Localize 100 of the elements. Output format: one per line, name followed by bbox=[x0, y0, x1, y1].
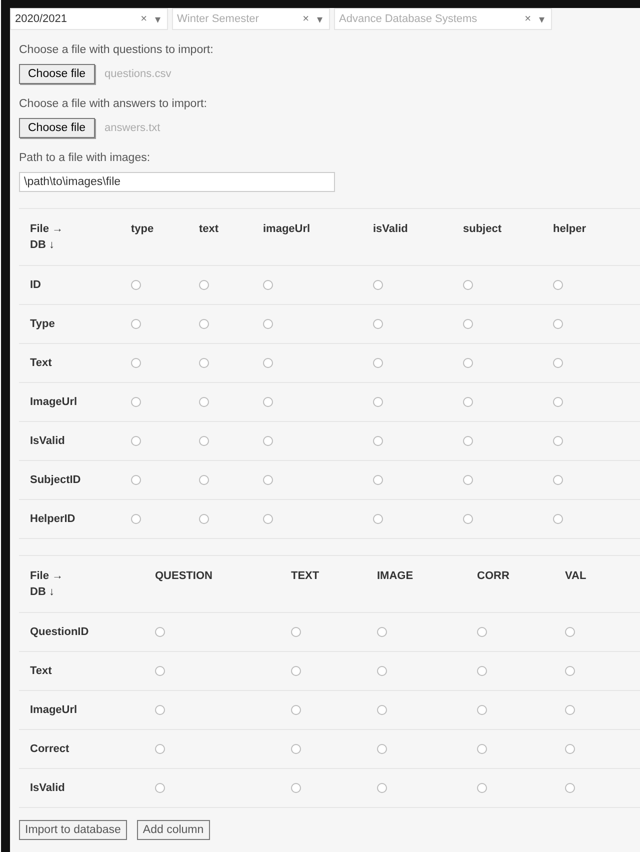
caret-icon[interactable]: ▾ bbox=[539, 12, 545, 26]
radio-button[interactable] bbox=[377, 627, 387, 637]
radio-button[interactable] bbox=[373, 319, 383, 329]
caret-icon[interactable]: ▾ bbox=[155, 12, 161, 26]
radio-button[interactable] bbox=[199, 358, 209, 368]
radio-button[interactable] bbox=[373, 514, 383, 524]
radio-button[interactable] bbox=[263, 358, 273, 368]
radio-button[interactable] bbox=[291, 627, 301, 637]
radio-button[interactable] bbox=[477, 783, 487, 793]
row-label: Type bbox=[29, 318, 55, 330]
header-cell: File → bbox=[30, 570, 64, 582]
header-cell: imageUrl bbox=[263, 223, 310, 235]
radio-button[interactable] bbox=[463, 280, 473, 290]
radio-button[interactable] bbox=[477, 666, 487, 676]
radio-button[interactable] bbox=[291, 744, 301, 754]
dropdown[interactable]: Winter Semester × ▾ bbox=[172, 8, 330, 30]
header-cell: subject bbox=[463, 223, 502, 235]
radio-button[interactable] bbox=[463, 358, 473, 368]
radio-button[interactable] bbox=[155, 627, 165, 637]
dropdown[interactable]: Advance Database Systems × ▾ bbox=[334, 8, 552, 30]
radio-button[interactable] bbox=[477, 744, 487, 754]
radio-button[interactable] bbox=[373, 280, 383, 290]
radio-button[interactable] bbox=[477, 627, 487, 637]
radio-button[interactable] bbox=[199, 280, 209, 290]
radio-button[interactable] bbox=[199, 475, 209, 485]
clear-icon[interactable]: × bbox=[302, 13, 309, 25]
radio-button[interactable] bbox=[463, 475, 473, 485]
radio-button[interactable] bbox=[199, 397, 209, 407]
radio-button[interactable] bbox=[565, 627, 575, 637]
clear-icon[interactable]: × bbox=[524, 13, 531, 25]
radio-button[interactable] bbox=[131, 319, 141, 329]
radio-button[interactable] bbox=[131, 358, 141, 368]
choose-file-button[interactable]: Choose file bbox=[19, 64, 95, 84]
radio-button[interactable] bbox=[463, 319, 473, 329]
radio-button[interactable] bbox=[373, 436, 383, 446]
row-label: ImageUrl bbox=[29, 396, 78, 408]
radio-button[interactable] bbox=[477, 705, 487, 715]
row-label: SubjectID bbox=[29, 474, 81, 486]
radio-button[interactable] bbox=[565, 666, 575, 676]
radio-button[interactable] bbox=[553, 475, 563, 485]
radio-button[interactable] bbox=[463, 436, 473, 446]
radio-button[interactable] bbox=[199, 436, 209, 446]
path-field[interactable]: \path\to\images\file bbox=[19, 172, 335, 192]
action-button[interactable]: Add column bbox=[136, 820, 210, 840]
radio-button[interactable] bbox=[377, 666, 387, 676]
radio-button[interactable] bbox=[131, 397, 141, 407]
radio-button[interactable] bbox=[155, 783, 165, 793]
row-label: IsValid bbox=[29, 435, 65, 447]
radio-button[interactable] bbox=[373, 397, 383, 407]
radio-button[interactable] bbox=[377, 705, 387, 715]
header-cell: CORR bbox=[477, 570, 510, 582]
header-cell: DB ↓ bbox=[30, 239, 54, 251]
radio-button[interactable] bbox=[463, 397, 473, 407]
radio-button[interactable] bbox=[263, 436, 273, 446]
radio-button[interactable] bbox=[377, 744, 387, 754]
choose-file-button[interactable]: Choose file bbox=[19, 118, 95, 138]
header-cell: File → bbox=[30, 223, 64, 235]
radio-button[interactable] bbox=[553, 397, 563, 407]
radio-button[interactable] bbox=[291, 666, 301, 676]
radio-button[interactable] bbox=[263, 475, 273, 485]
radio-button[interactable] bbox=[553, 280, 563, 290]
radio-button[interactable] bbox=[565, 705, 575, 715]
radio-button[interactable] bbox=[131, 280, 141, 290]
radio-button[interactable] bbox=[565, 783, 575, 793]
radio-button[interactable] bbox=[553, 436, 563, 446]
radio-button[interactable] bbox=[291, 783, 301, 793]
radio-button[interactable] bbox=[263, 319, 273, 329]
field-label: Path to a file with images: bbox=[19, 152, 152, 164]
radio-button[interactable] bbox=[377, 783, 387, 793]
radio-button[interactable] bbox=[155, 666, 165, 676]
radio-button[interactable] bbox=[263, 280, 273, 290]
action-button[interactable]: Import to database bbox=[19, 820, 127, 840]
radio-button[interactable] bbox=[263, 397, 273, 407]
radio-button[interactable] bbox=[263, 514, 273, 524]
radio-button[interactable] bbox=[155, 705, 165, 715]
row-label: HelperID bbox=[29, 513, 76, 525]
caret-icon[interactable]: ▾ bbox=[317, 12, 323, 26]
radio-button[interactable] bbox=[131, 514, 141, 524]
radio-button[interactable] bbox=[131, 436, 141, 446]
radio-button[interactable] bbox=[199, 514, 209, 524]
radio-button[interactable] bbox=[373, 475, 383, 485]
radio-button[interactable] bbox=[131, 475, 141, 485]
row-label: Text bbox=[29, 357, 52, 369]
radio-button[interactable] bbox=[155, 744, 165, 754]
radio-button[interactable] bbox=[565, 744, 575, 754]
radio-button[interactable] bbox=[553, 319, 563, 329]
clear-icon[interactable]: × bbox=[140, 13, 147, 25]
dropdown[interactable]: 2020/2021 × ▾ bbox=[10, 8, 168, 30]
radio-button[interactable] bbox=[553, 358, 563, 368]
radio-button[interactable] bbox=[463, 514, 473, 524]
header-cell: IMAGE bbox=[377, 570, 414, 582]
header-cell: TEXT bbox=[291, 570, 320, 582]
radio-button[interactable] bbox=[291, 705, 301, 715]
row-label: ImageUrl bbox=[29, 704, 78, 716]
file-name: answers.txt bbox=[104, 122, 160, 134]
radio-button[interactable] bbox=[199, 319, 209, 329]
radio-button[interactable] bbox=[373, 358, 383, 368]
header-cell: type bbox=[131, 223, 154, 235]
file-name: questions.csv bbox=[104, 68, 172, 80]
radio-button[interactable] bbox=[553, 514, 563, 524]
